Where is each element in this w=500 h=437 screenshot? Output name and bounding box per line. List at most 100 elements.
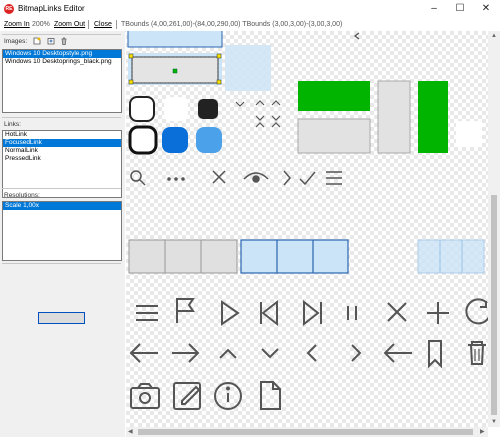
link-region[interactable] bbox=[225, 45, 271, 91]
zoom-in-button[interactable]: Zoom In bbox=[4, 21, 30, 28]
eye-icon bbox=[243, 172, 269, 183]
search-icon bbox=[130, 170, 146, 186]
toolbar: Zoom In 200% Zoom Out Close TBounds (4,0… bbox=[0, 18, 500, 32]
divider bbox=[2, 34, 121, 35]
window-title: BitmapLinks Editor bbox=[18, 4, 85, 13]
refresh-icon bbox=[465, 298, 488, 325]
add-image-icon[interactable] bbox=[47, 37, 55, 45]
button-hot bbox=[164, 97, 188, 121]
resolutions-label: Resolutions: bbox=[4, 192, 40, 199]
delete-image-icon[interactable] bbox=[60, 37, 68, 45]
trash-icon bbox=[468, 341, 486, 365]
resize-handle[interactable] bbox=[128, 79, 134, 85]
center-handle[interactable] bbox=[172, 68, 178, 74]
bounds-readout: TBounds (4,00,261,00)-(84,00,290,00) TBo… bbox=[121, 21, 343, 28]
link-region[interactable] bbox=[127, 31, 223, 48]
divider bbox=[2, 117, 121, 118]
list-item[interactable]: Windows 10 Desktopstyle.png bbox=[3, 50, 121, 58]
scroll-down-icon[interactable]: ▼ bbox=[491, 419, 497, 425]
camera-icon bbox=[130, 383, 160, 409]
check-icon bbox=[299, 171, 316, 186]
close-button[interactable]: Close bbox=[94, 21, 112, 28]
resize-handle[interactable] bbox=[216, 79, 222, 85]
segmented-control-normal bbox=[128, 239, 238, 274]
button-focused bbox=[128, 125, 158, 155]
flag-icon bbox=[176, 298, 195, 323]
zoom-out-button[interactable]: Zoom Out bbox=[54, 21, 85, 28]
resize-handle[interactable] bbox=[216, 53, 222, 59]
button-normal bbox=[129, 96, 155, 122]
new-image-icon[interactable] bbox=[33, 37, 41, 45]
zoom-level: 200% bbox=[32, 21, 50, 28]
info-icon bbox=[214, 382, 242, 410]
toolbar-separator bbox=[88, 20, 89, 29]
chevron-left-icon bbox=[306, 344, 317, 362]
chevron-left-icon bbox=[353, 32, 360, 40]
list-item[interactable]: HotLink bbox=[3, 131, 121, 139]
document-icon bbox=[260, 381, 281, 410]
swatch-white bbox=[456, 121, 482, 147]
menu-icon bbox=[136, 305, 158, 321]
slider-fill bbox=[418, 81, 448, 153]
resolutions-list[interactable]: Scale 1,00x bbox=[2, 201, 122, 261]
segmented-control-hot bbox=[417, 239, 485, 274]
links-label: Links: bbox=[4, 121, 21, 128]
list-item[interactable]: Windows 10 Desktoprings_black.png bbox=[3, 58, 121, 66]
skip-back-icon bbox=[260, 299, 278, 327]
divider bbox=[2, 263, 121, 264]
toggle-on-region bbox=[298, 81, 370, 111]
segmented-control-focused bbox=[240, 239, 349, 274]
button-accent bbox=[162, 127, 188, 153]
scroll-up-icon[interactable]: ▲ bbox=[491, 33, 497, 39]
list-item[interactable]: PressedLink bbox=[3, 155, 121, 163]
chevron-down-icon bbox=[255, 115, 265, 121]
resize-handle[interactable] bbox=[128, 53, 134, 59]
minimize-button[interactable]: – bbox=[421, 0, 447, 18]
chevron-down-icon bbox=[235, 101, 245, 107]
left-panel: Images: Windows 10 Desktopstyle.png Wind… bbox=[0, 31, 125, 437]
toggle-off-region bbox=[297, 118, 371, 154]
menu-icon bbox=[326, 171, 342, 185]
chevron-up-icon bbox=[219, 348, 237, 359]
maximize-button[interactable]: ☐ bbox=[447, 0, 473, 18]
back-arrow-icon bbox=[383, 343, 412, 363]
chevron-up-icon bbox=[255, 122, 265, 128]
images-label: Images: bbox=[4, 38, 28, 45]
arrow-right-icon bbox=[172, 343, 200, 363]
button-accent-light bbox=[196, 127, 222, 153]
chevron-down-icon bbox=[271, 115, 281, 121]
close-icon bbox=[212, 170, 226, 184]
vertical-scroll-thumb[interactable] bbox=[491, 195, 497, 415]
scroll-right-icon[interactable]: ▶ bbox=[480, 428, 485, 435]
list-item[interactable]: NormalLink bbox=[3, 147, 121, 155]
link-preview bbox=[38, 312, 85, 324]
chevron-down-icon bbox=[261, 348, 279, 359]
divider bbox=[2, 188, 121, 189]
slider-track bbox=[377, 80, 411, 154]
scroll-left-icon[interactable]: ◀ bbox=[128, 428, 133, 435]
button-pressed bbox=[198, 99, 218, 119]
add-icon bbox=[427, 302, 449, 324]
close-window-button[interactable]: ✕ bbox=[473, 0, 499, 18]
title-bar: RE BitmapLinks Editor – ☐ ✕ bbox=[0, 0, 500, 18]
more-icon bbox=[167, 177, 185, 181]
skip-forward-icon bbox=[303, 299, 322, 327]
chevron-up-icon bbox=[255, 100, 265, 106]
list-item[interactable]: FocusedLink bbox=[3, 139, 121, 147]
chevron-right-icon bbox=[283, 170, 291, 186]
chevron-up-icon bbox=[271, 100, 281, 106]
images-list[interactable]: Windows 10 Desktopstyle.png Windows 10 D… bbox=[2, 49, 122, 113]
arrow-left-icon bbox=[129, 343, 158, 363]
play-icon bbox=[221, 300, 240, 326]
edit-icon bbox=[173, 382, 201, 410]
list-item[interactable]: Scale 1,00x bbox=[3, 202, 121, 210]
chevron-up-icon bbox=[271, 122, 281, 128]
pause-icon bbox=[347, 306, 357, 320]
app-icon: RE bbox=[4, 4, 14, 14]
close-icon bbox=[387, 302, 407, 322]
chevron-right-icon bbox=[351, 344, 362, 362]
bookmark-icon bbox=[428, 340, 442, 369]
toolbar-separator bbox=[116, 20, 117, 29]
image-canvas[interactable] bbox=[126, 31, 488, 427]
horizontal-scroll-thumb[interactable] bbox=[138, 429, 473, 435]
